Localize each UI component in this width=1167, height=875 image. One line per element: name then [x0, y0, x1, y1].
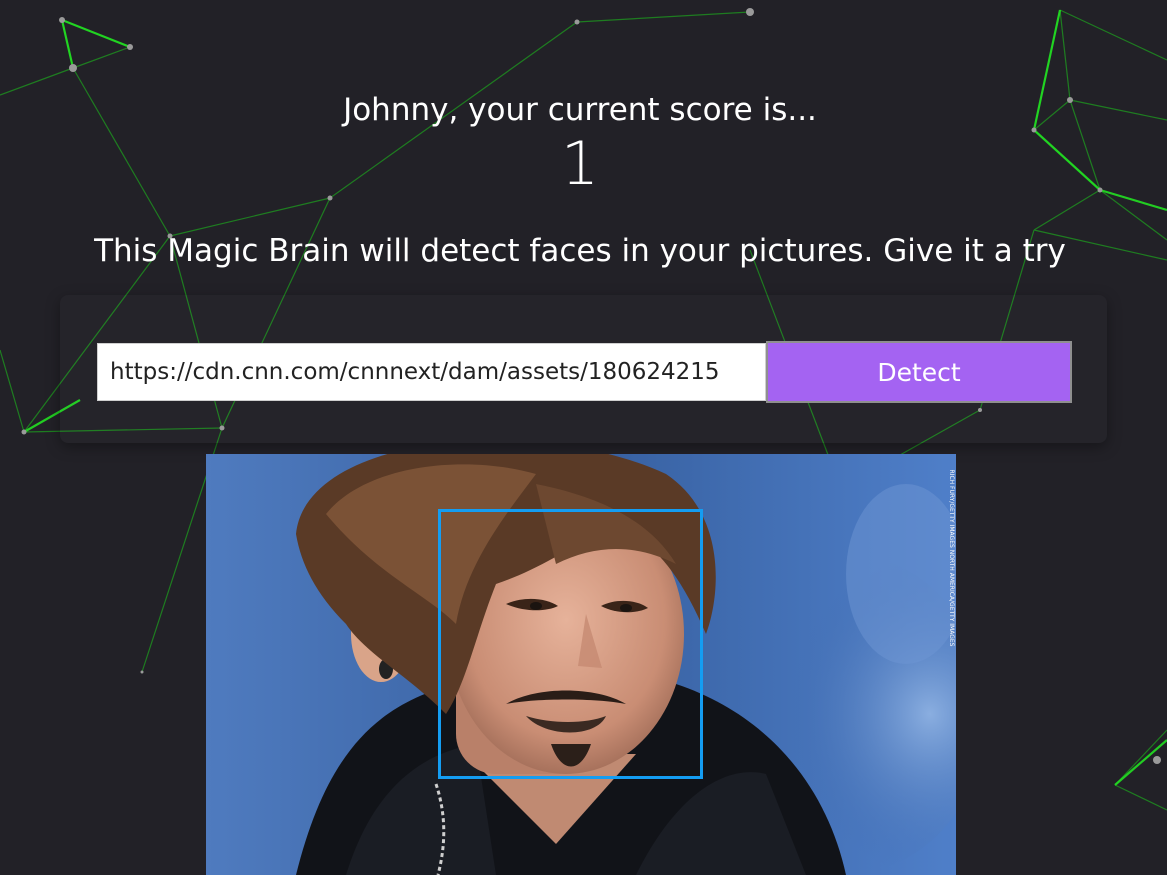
score-value: 1 [560, 129, 600, 199]
app-content: Johnny, your current score is... 1 This … [0, 0, 1167, 875]
photo-credit: RICH FURY/GETTY IMAGES NORTH AMERICA/GET… [946, 456, 956, 660]
face-bounding-box [438, 509, 703, 779]
image-url-input[interactable] [97, 343, 766, 401]
score-heading: Johnny, your current score is... [343, 92, 817, 128]
photo-credit-text: RICH FURY/GETTY IMAGES NORTH AMERICA/GET… [948, 469, 955, 647]
detect-button[interactable]: Detect [766, 341, 1072, 403]
tagline: This Magic Brain will detect faces in yo… [94, 233, 1066, 269]
